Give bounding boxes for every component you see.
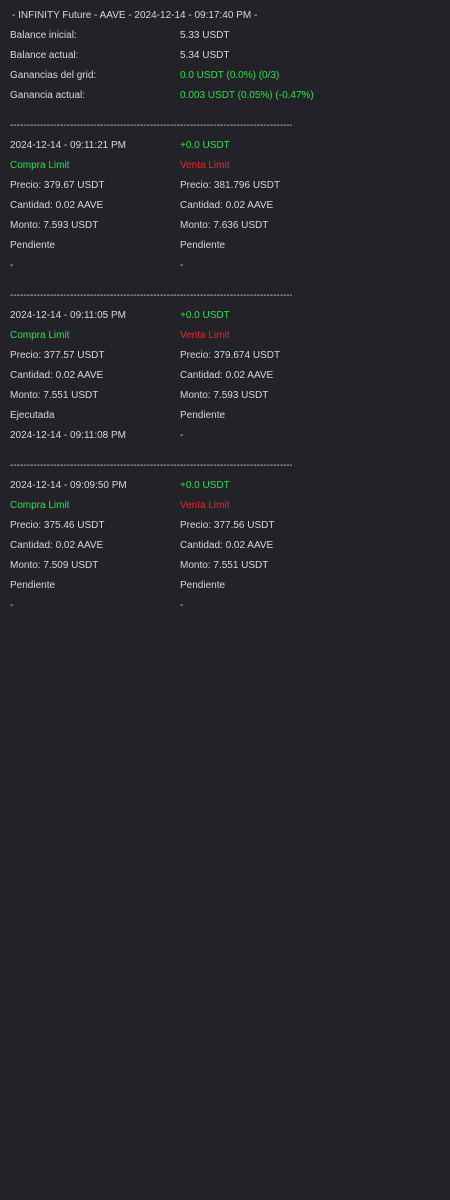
sell-quantity: Cantidad: 0.02 AAVE xyxy=(180,200,274,211)
summary-value: 5.34 USDT xyxy=(180,50,230,61)
order-executed-row: 2024-12-14 - 09:11:08 PM - xyxy=(10,426,430,446)
summary-value: 0.003 USDT (0.05%) (-0.47%) xyxy=(180,90,314,101)
summary-row-current-profit: Ganancia actual: 0.003 USDT (0.05%) (-0.… xyxy=(10,86,430,106)
order-price-row: Precio: 377.57 USDT Precio: 379.674 USDT xyxy=(10,346,430,366)
buy-quantity: Cantidad: 0.02 AAVE xyxy=(10,200,104,211)
summary-section: Balance inicial: 5.33 USDT Balance actua… xyxy=(10,26,430,106)
order-amount-row: Monto: 7.551 USDT Monto: 7.593 USDT xyxy=(10,386,430,406)
sell-order-type: Venta Limit xyxy=(180,500,230,511)
order-block: 2024-12-14 - 09:11:21 PM +0.0 USDT Compr… xyxy=(10,136,430,276)
buy-order-type: Compra Limit xyxy=(10,330,70,341)
order-executed-row: - - xyxy=(10,256,430,276)
summary-label: Balance inicial: xyxy=(10,30,77,41)
buy-amount: Monto: 7.593 USDT xyxy=(10,220,99,231)
sell-status: Pendiente xyxy=(180,240,226,251)
sell-quantity: Cantidad: 0.02 AAVE xyxy=(180,370,274,381)
order-amount-row: Monto: 7.593 USDT Monto: 7.636 USDT xyxy=(10,216,430,236)
buy-executed-at: 2024-12-14 - 09:11:08 PM xyxy=(10,430,127,441)
sell-amount: Monto: 7.636 USDT xyxy=(180,220,269,231)
buy-quantity: Cantidad: 0.02 AAVE xyxy=(10,370,104,381)
buy-order-type: Compra Limit xyxy=(10,160,70,171)
summary-value: 0.0 USDT (0.0%) (0/3) xyxy=(180,70,280,81)
order-quantity-row: Cantidad: 0.02 AAVE Cantidad: 0.02 AAVE xyxy=(10,366,430,386)
buy-quantity: Cantidad: 0.02 AAVE xyxy=(10,540,104,551)
buy-price: Precio: 379.67 USDT xyxy=(10,180,105,191)
buy-executed-at: - xyxy=(10,260,14,271)
sell-quantity: Cantidad: 0.02 AAVE xyxy=(180,540,274,551)
order-profit: +0.0 USDT xyxy=(180,140,230,151)
sell-price: Precio: 381.796 USDT xyxy=(180,180,281,191)
order-header: 2024-12-14 - 09:11:05 PM +0.0 USDT xyxy=(10,306,430,326)
sell-status: Pendiente xyxy=(180,580,226,591)
separator-line: ----------------------------------------… xyxy=(10,120,292,131)
order-status-row: Pendiente Pendiente xyxy=(10,576,430,596)
buy-amount: Monto: 7.509 USDT xyxy=(10,560,99,571)
sell-amount: Monto: 7.551 USDT xyxy=(180,560,269,571)
order-amount-row: Monto: 7.509 USDT Monto: 7.551 USDT xyxy=(10,556,430,576)
summary-row-current-balance: Balance actual: 5.34 USDT xyxy=(10,46,430,66)
buy-status: Pendiente xyxy=(10,580,56,591)
order-price-row: Precio: 375.46 USDT Precio: 377.56 USDT xyxy=(10,516,430,536)
order-profit: +0.0 USDT xyxy=(180,480,230,491)
separator-line: ----------------------------------------… xyxy=(10,290,292,301)
order-header: 2024-12-14 - 09:09:50 PM +0.0 USDT xyxy=(10,476,430,496)
summary-row-initial-balance: Balance inicial: 5.33 USDT xyxy=(10,26,430,46)
buy-executed-at: - xyxy=(10,600,14,611)
sell-order-type: Venta Limit xyxy=(180,330,230,341)
order-price-row: Precio: 379.67 USDT Precio: 381.796 USDT xyxy=(10,176,430,196)
order-quantity-row: Cantidad: 0.02 AAVE Cantidad: 0.02 AAVE xyxy=(10,536,430,556)
summary-label: Ganancias del grid: xyxy=(10,70,97,81)
order-executed-row: - - xyxy=(10,596,430,616)
sell-order-type: Venta Limit xyxy=(180,160,230,171)
buy-status: Ejecutada xyxy=(10,410,55,421)
order-block: 2024-12-14 - 09:09:50 PM +0.0 USDT Compr… xyxy=(10,476,430,616)
report-title: - INFINITY Future - AAVE - 2024-12-14 - … xyxy=(12,10,258,21)
sell-price: Precio: 377.56 USDT xyxy=(180,520,275,531)
sell-executed-at: - xyxy=(180,600,184,611)
order-block: 2024-12-14 - 09:11:05 PM +0.0 USDT Compr… xyxy=(10,306,430,446)
report-container: - INFINITY Future - AAVE - 2024-12-14 - … xyxy=(10,6,430,616)
order-type-row: Compra Limit Venta Limit xyxy=(10,156,430,176)
order-timestamp: 2024-12-14 - 09:11:21 PM xyxy=(10,140,127,151)
buy-price: Precio: 375.46 USDT xyxy=(10,520,105,531)
sell-executed-at: - xyxy=(180,430,184,441)
sell-amount: Monto: 7.593 USDT xyxy=(180,390,269,401)
summary-value: 5.33 USDT xyxy=(180,30,230,41)
order-status-row: Ejecutada Pendiente xyxy=(10,406,430,426)
summary-row-grid-profit: Ganancias del grid: 0.0 USDT (0.0%) (0/3… xyxy=(10,66,430,86)
buy-amount: Monto: 7.551 USDT xyxy=(10,390,99,401)
sell-executed-at: - xyxy=(180,260,184,271)
summary-label: Balance actual: xyxy=(10,50,79,61)
order-header: 2024-12-14 - 09:11:21 PM +0.0 USDT xyxy=(10,136,430,156)
sell-status: Pendiente xyxy=(180,410,226,421)
order-timestamp: 2024-12-14 - 09:11:05 PM xyxy=(10,310,127,321)
separator-line: ----------------------------------------… xyxy=(10,460,292,471)
order-status-row: Pendiente Pendiente xyxy=(10,236,430,256)
buy-status: Pendiente xyxy=(10,240,56,251)
order-quantity-row: Cantidad: 0.02 AAVE Cantidad: 0.02 AAVE xyxy=(10,196,430,216)
order-timestamp: 2024-12-14 - 09:09:50 PM xyxy=(10,480,127,491)
buy-price: Precio: 377.57 USDT xyxy=(10,350,105,361)
summary-label: Ganancia actual: xyxy=(10,90,86,101)
order-type-row: Compra Limit Venta Limit xyxy=(10,326,430,346)
order-profit: +0.0 USDT xyxy=(180,310,230,321)
order-type-row: Compra Limit Venta Limit xyxy=(10,496,430,516)
sell-price: Precio: 379.674 USDT xyxy=(180,350,281,361)
buy-order-type: Compra Limit xyxy=(10,500,70,511)
